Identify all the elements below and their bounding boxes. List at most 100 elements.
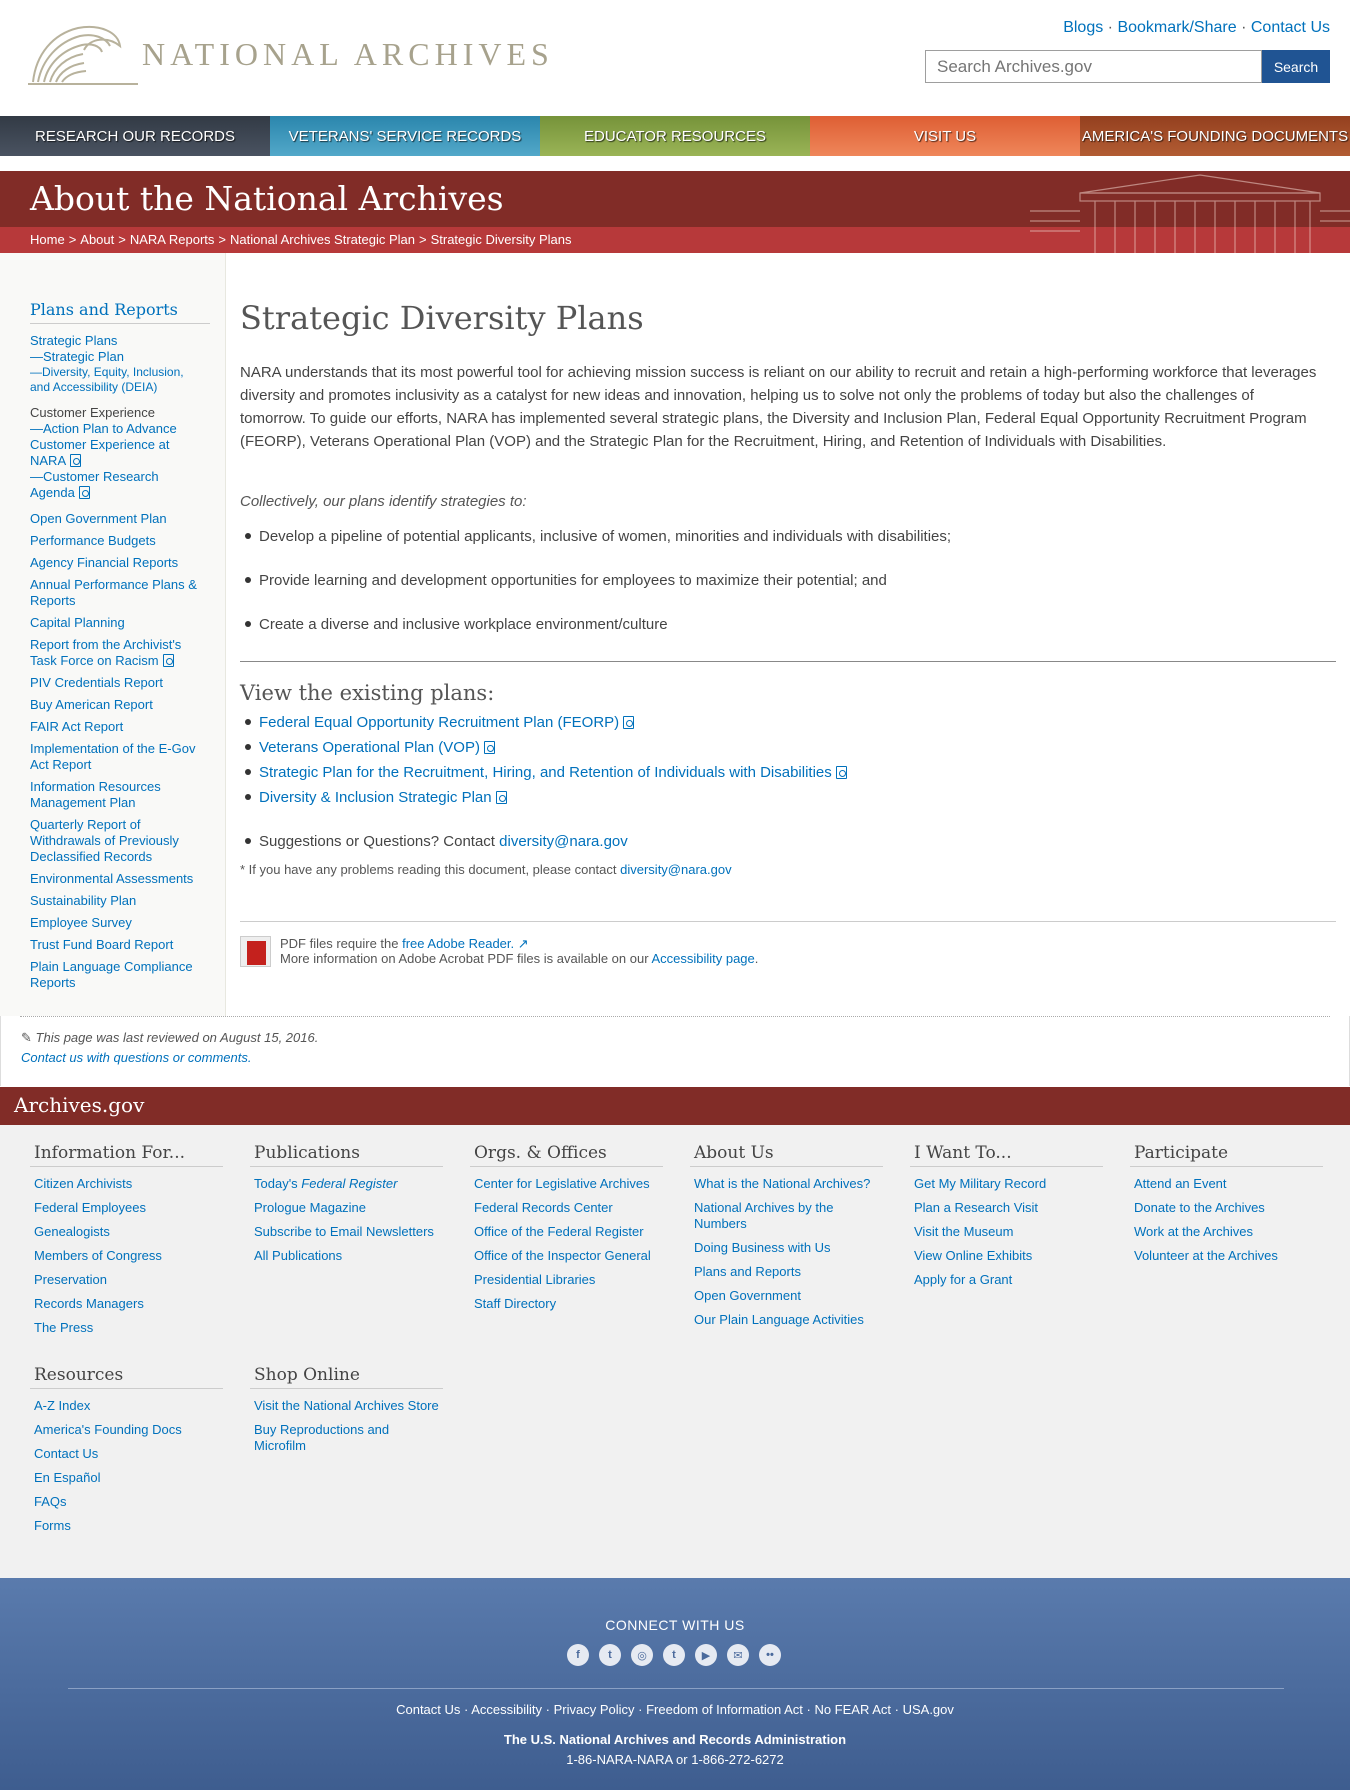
sidebar-item-piv-credentials-report[interactable]: PIV Credentials Report [30,675,163,690]
footer-link[interactable]: Staff Directory [470,1296,663,1312]
footer-link[interactable]: Donate to the Archives [1130,1200,1323,1216]
flickr-icon[interactable]: •• [759,1644,781,1666]
search-input[interactable] [925,50,1262,83]
footer-link[interactable]: Citizen Archivists [30,1176,223,1192]
bookmark-share-link[interactable]: Bookmark/Share [1117,19,1236,36]
note-email-link[interactable]: diversity@nara.gov [620,862,731,877]
footer-link[interactable]: Members of Congress [30,1248,223,1264]
footer-link[interactable]: Plan a Research Visit [910,1200,1103,1216]
contact-us-comments-link[interactable]: Contact us with questions or comments. [21,1048,318,1068]
sidebar-item-plain-language-reports[interactable]: Plain Language Compliance Reports [30,959,193,990]
sidebar-heading[interactable]: Plans and Reports [30,300,210,324]
footer-link[interactable]: Prologue Magazine [250,1200,443,1216]
sidebar-item-annual-performance-plans[interactable]: Annual Performance Plans & Reports [30,577,197,608]
footer-link[interactable]: Today's Federal Register [250,1176,443,1192]
tumblr-icon[interactable]: t [663,1644,685,1666]
breadcrumb-strategic-plan[interactable]: National Archives Strategic Plan [230,232,415,247]
twitter-icon[interactable]: t [599,1644,621,1666]
nav-veterans-service-records[interactable]: Veterans' Service Records [270,116,540,156]
adobe-reader-link[interactable]: free Adobe Reader. [402,936,514,951]
footer-link[interactable]: Subscribe to Email Newsletters [250,1224,443,1240]
nav-educator-resources[interactable]: Educator Resources [540,116,810,156]
footer-link[interactable]: Visit the National Archives Store [250,1398,443,1414]
diversity-email-link[interactable]: diversity@nara.gov [499,833,628,850]
footer-link[interactable]: Federal Records Center [470,1200,663,1216]
feorp-plan-link[interactable]: Federal Equal Opportunity Recruitment Pl… [259,714,619,731]
footer-link[interactable]: Forms [30,1518,223,1534]
footer-link[interactable]: Get My Military Record [910,1176,1103,1192]
blog-icon[interactable]: ✉ [727,1644,749,1666]
sidebar-item-quarterly-withdrawals-report[interactable]: Quarterly Report of Withdrawals of Previ… [30,817,179,864]
footer-link[interactable]: What is the National Archives? [690,1176,883,1192]
footer-link[interactable]: Office of the Federal Register [470,1224,663,1240]
instagram-icon[interactable]: ◎ [631,1644,653,1666]
footer-link[interactable]: Federal Employees [30,1200,223,1216]
footer-link[interactable]: Contact Us [30,1446,223,1462]
footer-link[interactable]: Buy Reproductions and Microfilm [250,1422,443,1454]
footer-link[interactable]: National Archives by the Numbers [690,1200,883,1232]
nav-americas-founding-documents[interactable]: America's Founding Documents [1080,116,1350,156]
sidebar-item-fair-act-report[interactable]: FAIR Act Report [30,719,123,734]
footer-link[interactable]: Center for Legislative Archives [470,1176,663,1192]
footer-link[interactable]: Plans and Reports [690,1264,883,1280]
footer-link[interactable]: Doing Business with Us [690,1240,883,1256]
sidebar-item-deia[interactable]: —Diversity, Equity, Inclusion, and Acces… [30,365,200,395]
sidebar-item-task-force-on-racism[interactable]: Report from the Archivist's Task Force o… [30,637,181,668]
legal-link[interactable]: Freedom of Information Act [646,1702,803,1717]
footer-link[interactable]: The Press [30,1320,223,1336]
footer-link[interactable]: Presidential Libraries [470,1272,663,1288]
footer-link[interactable]: Preservation [30,1272,223,1288]
sidebar-item-strategic-plan[interactable]: —Strategic Plan [30,349,200,365]
sidebar-item-egov-act-report[interactable]: Implementation of the E-Gov Act Report [30,741,195,772]
footer-link[interactable]: America's Founding Docs [30,1422,223,1438]
sidebar-item-performance-budgets[interactable]: Performance Budgets [30,533,156,548]
sidebar-item-cx-action-plan[interactable]: —Action Plan to Advance Customer Experie… [30,421,177,468]
vop-plan-link[interactable]: Veterans Operational Plan (VOP) [259,739,480,756]
sidebar-item-trust-fund-board-report[interactable]: Trust Fund Board Report [30,937,173,952]
footer-link[interactable]: Volunteer at the Archives [1130,1248,1323,1264]
nav-visit-us[interactable]: Visit Us [810,116,1080,156]
footer-link[interactable]: Our Plain Language Activities [690,1312,883,1328]
blogs-link[interactable]: Blogs [1063,19,1103,36]
breadcrumb-about[interactable]: About [80,232,114,247]
sidebar-item-employee-survey[interactable]: Employee Survey [30,915,132,930]
breadcrumb-nara-reports[interactable]: NARA Reports [130,232,215,247]
sidebar-item-sustainability-plan[interactable]: Sustainability Plan [30,893,136,908]
legal-link[interactable]: Privacy Policy [554,1702,635,1717]
nav-research-our-records[interactable]: Research Our Records [0,116,270,156]
footer-link[interactable]: Records Managers [30,1296,223,1312]
sidebar-item-strategic-plans[interactable]: Strategic Plans [30,333,200,349]
footer-link[interactable]: A-Z Index [30,1398,223,1414]
legal-link[interactable]: Accessibility [471,1702,542,1717]
footer-link[interactable]: All Publications [250,1248,443,1264]
youtube-icon[interactable]: ▶ [695,1644,717,1666]
footer-link[interactable]: Work at the Archives [1130,1224,1323,1240]
footer-link[interactable]: Open Government [690,1288,883,1304]
legal-link[interactable]: USA.gov [903,1702,954,1717]
search-button[interactable]: Search [1262,50,1330,83]
sidebar-item-environmental-assessments[interactable]: Environmental Assessments [30,871,193,886]
sidebar-item-agency-financial-reports[interactable]: Agency Financial Reports [30,555,178,570]
accessibility-page-link[interactable]: Accessibility page [651,951,754,966]
diversity-inclusion-plan-link[interactable]: Diversity & Inclusion Strategic Plan [259,789,492,806]
sidebar-item-buy-american-report[interactable]: Buy American Report [30,697,153,712]
legal-link[interactable]: Contact Us [396,1702,460,1717]
sidebar-item-open-government-plan[interactable]: Open Government Plan [30,511,167,526]
footer-link[interactable]: Visit the Museum [910,1224,1103,1240]
footer-link[interactable]: Apply for a Grant [910,1272,1103,1288]
sidebar-item-cx-research-agenda[interactable]: —Customer Research Agenda [30,469,159,500]
breadcrumb-home[interactable]: Home [30,232,65,247]
facebook-icon[interactable]: f [567,1644,589,1666]
footer-link[interactable]: FAQs [30,1494,223,1510]
footer-link[interactable]: View Online Exhibits [910,1248,1103,1264]
sidebar-item-irm-plan[interactable]: Information Resources Management Plan [30,779,161,810]
footer-link[interactable]: Genealogists [30,1224,223,1240]
footer-link[interactable]: Attend an Event [1130,1176,1323,1192]
disabilities-plan-link[interactable]: Strategic Plan for the Recruitment, Hiri… [259,764,832,781]
footer-link[interactable]: En Español [30,1470,223,1486]
footer-link[interactable]: Office of the Inspector General [470,1248,663,1264]
contact-us-link[interactable]: Contact Us [1251,19,1330,36]
footer-site-title[interactable]: Archives.gov [14,1093,144,1117]
sidebar-item-capital-planning[interactable]: Capital Planning [30,615,125,630]
legal-link[interactable]: No FEAR Act [814,1702,891,1717]
